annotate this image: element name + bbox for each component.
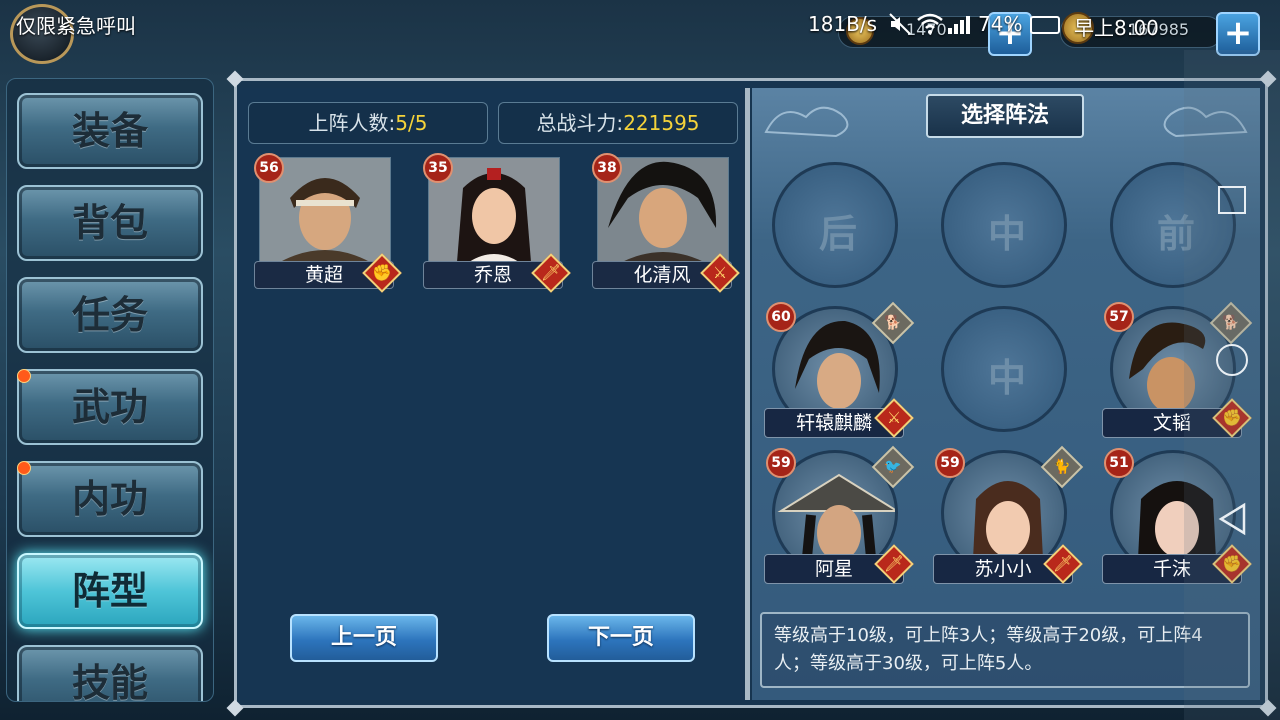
hero-level-badge: 59: [766, 448, 796, 478]
deploy-count-value: 5/5: [395, 111, 428, 135]
mute-icon: [888, 12, 912, 36]
deploy-count-box: 上阵人数:5/5: [248, 102, 488, 144]
deploy-count-label: 上阵人数:: [308, 111, 396, 135]
formation-slot-middle[interactable]: 中: [941, 162, 1067, 288]
signal-icon: [948, 14, 972, 34]
menu-formation-button[interactable]: 阵型: [17, 553, 203, 629]
emergency-call-text: 仅限紧急呼叫: [16, 14, 136, 38]
total-power-value: 221595: [623, 111, 700, 135]
hero-level-badge: 57: [1104, 302, 1134, 332]
formation-slot-back[interactable]: 后: [772, 162, 898, 288]
battery-icon: [1030, 16, 1060, 34]
slot-label: 后: [818, 211, 857, 256]
battery-text: 74%: [978, 12, 1023, 36]
home-icon[interactable]: [1216, 344, 1248, 376]
menu-equipment-button[interactable]: 装备: [17, 93, 203, 169]
side-menu: 装备 背包 任务 武功 内功 阵型 技能: [6, 78, 214, 702]
hero-level-badge: 59: [935, 448, 965, 478]
system-nav-bar: [1184, 50, 1280, 720]
total-power-box: 总战斗力:221595: [498, 102, 738, 144]
wifi-icon: [916, 12, 944, 36]
back-icon[interactable]: [1216, 502, 1248, 536]
formation-slot-middle-2[interactable]: 中: [941, 306, 1067, 432]
hero-level-badge: 56: [254, 153, 284, 183]
slot-label: 中: [987, 211, 1026, 256]
roster-hero-card[interactable]: 黄超 56 ✊: [254, 153, 404, 293]
total-power-label: 总战斗力:: [536, 111, 624, 135]
hero-level-badge: 60: [766, 302, 796, 332]
inner-power-notification-dot: [17, 461, 31, 475]
menu-martial-arts-button[interactable]: 武功: [17, 369, 203, 445]
recent-apps-icon[interactable]: [1218, 186, 1246, 214]
panel-divider: [745, 88, 750, 700]
select-formation-button[interactable]: 选择阵法: [926, 94, 1084, 138]
menu-backpack-button[interactable]: 背包: [17, 185, 203, 261]
martial-arts-notification-dot: [17, 369, 31, 383]
slot-label: 中: [987, 355, 1026, 400]
hero-level-badge: 38: [592, 153, 622, 183]
formation-rule-text: 等级高于10级，可上阵3人；等级高于20级，可上阵4人；等级高于30级，可上阵5…: [760, 612, 1250, 688]
hero-level-badge: 35: [423, 153, 453, 183]
menu-quest-button[interactable]: 任务: [17, 277, 203, 353]
previous-page-button[interactable]: 上一页: [290, 614, 438, 662]
clock: 早上8:00: [1074, 16, 1159, 40]
network-speed: 181B/s: [808, 12, 878, 36]
status-bar: 仅限紧急呼叫 1470 + 167985 + 181B/s 74% 早上8:00: [0, 0, 1280, 64]
menu-skills-button[interactable]: 技能: [17, 645, 203, 701]
hero-level-badge: 51: [1104, 448, 1134, 478]
roster-hero-card[interactable]: 化清风 38 ⚔: [592, 153, 742, 293]
roster-hero-card[interactable]: 乔恩 35 🗡: [423, 153, 573, 293]
next-page-button[interactable]: 下一页: [547, 614, 695, 662]
menu-inner-power-button[interactable]: 内功: [17, 461, 203, 537]
